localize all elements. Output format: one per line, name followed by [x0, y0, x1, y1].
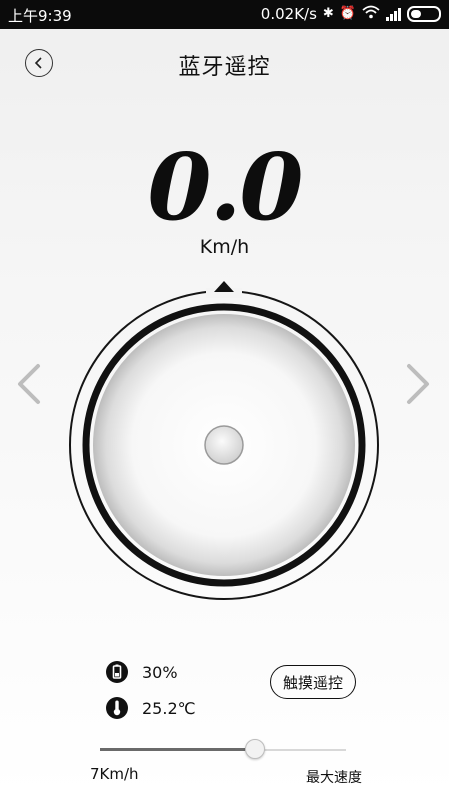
slider-min-label: 7Km/h [90, 765, 139, 783]
status-right: 0.02K/s ✱ ⏰ [261, 5, 441, 23]
touch-remote-button[interactable]: 触摸遥控 [270, 665, 356, 699]
battery-stat: 30% [106, 655, 178, 689]
signal-icon [386, 7, 401, 21]
page-title: 蓝牙遥控 [178, 55, 271, 80]
battery-icon [407, 6, 441, 22]
temperature-stat: 25.2℃ [106, 691, 196, 725]
header: 蓝牙遥控 [0, 29, 449, 99]
battery-value: 30% [142, 662, 178, 682]
turn-right-button[interactable] [403, 362, 433, 406]
speed-unit: Km/h [199, 236, 250, 258]
slider-fill [100, 748, 245, 751]
slider-max-label: 最大速度 [306, 770, 362, 786]
network-speed: 0.02K/s [260, 5, 317, 23]
turn-left-button[interactable] [14, 362, 44, 406]
alarm-icon: ⏰ [339, 6, 356, 21]
slider-thumb[interactable] [244, 739, 265, 759]
chevron-right-icon [407, 364, 429, 404]
bluetooth-icon: ✱ [322, 6, 334, 21]
joystick-wheel[interactable] [0, 270, 449, 610]
status-bar: 上午9:39 0.02K/s ✱ ⏰ [0, 0, 449, 29]
status-time: 上午9:39 [8, 7, 72, 25]
joystick-knob [204, 425, 244, 465]
temperature-value: 25.2℃ [142, 698, 196, 718]
wifi-icon [362, 5, 380, 23]
thermometer-icon [106, 695, 128, 721]
direction-pointer [214, 281, 234, 292]
speed-value: 0.0 [147, 133, 303, 241]
battery-level-icon [106, 659, 128, 685]
chevron-left-icon [18, 364, 40, 404]
speed-limit-slider[interactable] [100, 738, 350, 762]
